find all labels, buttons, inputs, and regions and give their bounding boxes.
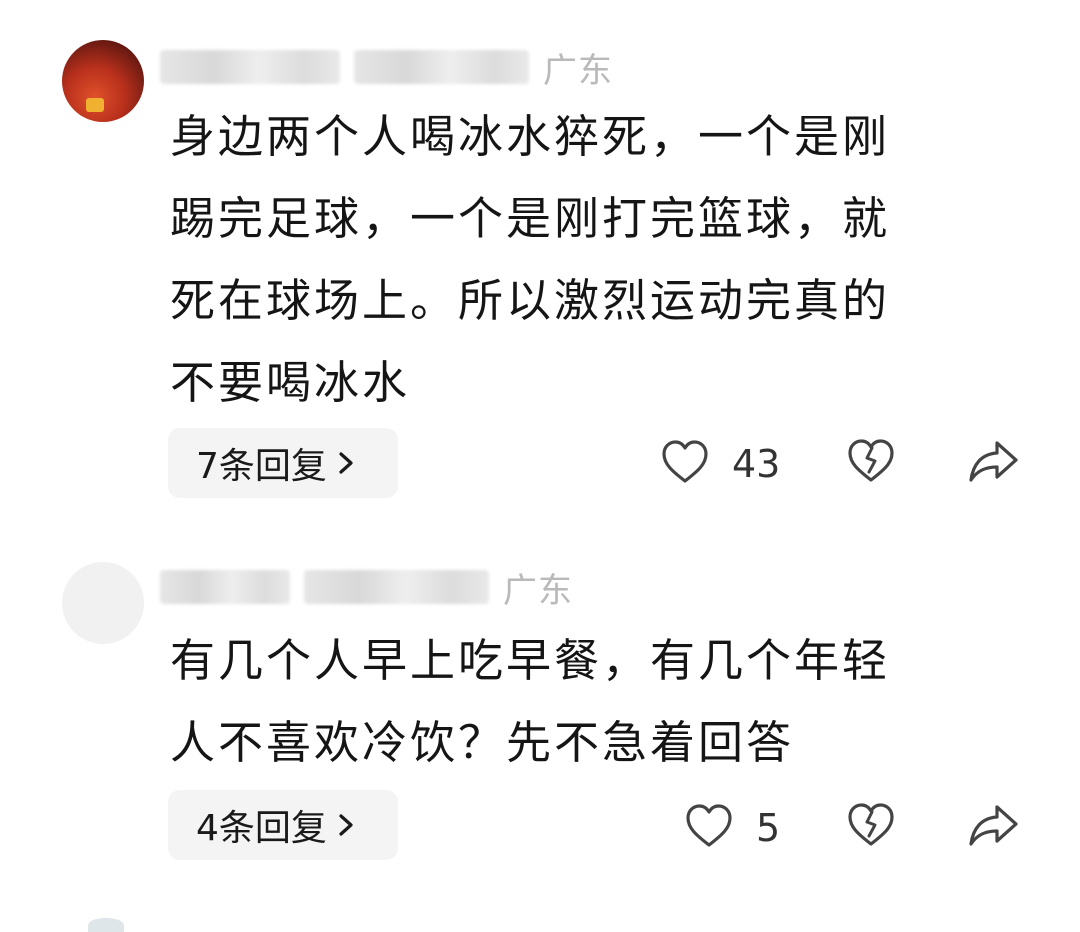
broken-heart-icon: [846, 801, 896, 853]
user-tag-blurred: [304, 570, 489, 604]
like-button[interactable]: 43: [660, 438, 780, 490]
like-count: 5: [756, 806, 781, 850]
comment-text-line: 不要喝冰水: [170, 356, 411, 409]
share-arrow-icon: [966, 801, 1020, 853]
chevron-right-icon: [335, 811, 357, 839]
comment-text-line: 人不喜欢冷饮？先不急着回答: [170, 716, 795, 769]
comment-text: 身边两个人喝冰水猝死，一个是刚 踢完足球，一个是刚打完篮球，就 死在球场上。所以…: [170, 96, 1030, 424]
username-blurred[interactable]: [160, 50, 340, 84]
replies-label: 4条回复: [196, 808, 327, 849]
chevron-right-icon: [335, 449, 357, 477]
view-replies-button[interactable]: 7条回复: [168, 428, 398, 498]
share-button[interactable]: [965, 438, 1021, 488]
replies-label: 7条回复: [196, 446, 327, 487]
share-arrow-icon: [966, 437, 1020, 489]
comment-meta: 广东: [160, 562, 573, 612]
comment-text: 有几个人早上吃早餐，有几个年轻 人不喜欢冷饮？先不急着回答: [170, 620, 1030, 784]
dislike-button[interactable]: [845, 802, 897, 852]
username-blurred[interactable]: [160, 570, 290, 604]
avatar[interactable]: [62, 562, 144, 644]
like-button[interactable]: 5: [684, 802, 780, 854]
share-button[interactable]: [965, 802, 1021, 852]
location-label: 广东: [543, 50, 613, 91]
location-label: 广东: [503, 570, 573, 611]
avatar[interactable]: [62, 40, 144, 122]
view-replies-button[interactable]: 4条回复: [168, 790, 398, 860]
comment-text-line: 有几个人早上吃早餐，有几个年轻: [170, 634, 891, 687]
comment-text-line: 身边两个人喝冰水猝死，一个是刚: [170, 110, 891, 163]
comment-meta: 广东: [160, 42, 613, 92]
comment-text-line: 踢完足球，一个是刚打完篮球，就: [170, 192, 891, 245]
next-comment-avatar: [88, 918, 124, 932]
comment-text-line: 死在球场上。所以激烈运动完真的: [170, 274, 891, 327]
heart-outline-icon: [684, 802, 734, 854]
heart-outline-icon: [660, 438, 710, 490]
like-count: 43: [732, 442, 781, 486]
avatar-badge: [86, 98, 104, 112]
user-tag-blurred: [354, 50, 529, 84]
dislike-button[interactable]: [845, 438, 897, 488]
broken-heart-icon: [846, 437, 896, 489]
